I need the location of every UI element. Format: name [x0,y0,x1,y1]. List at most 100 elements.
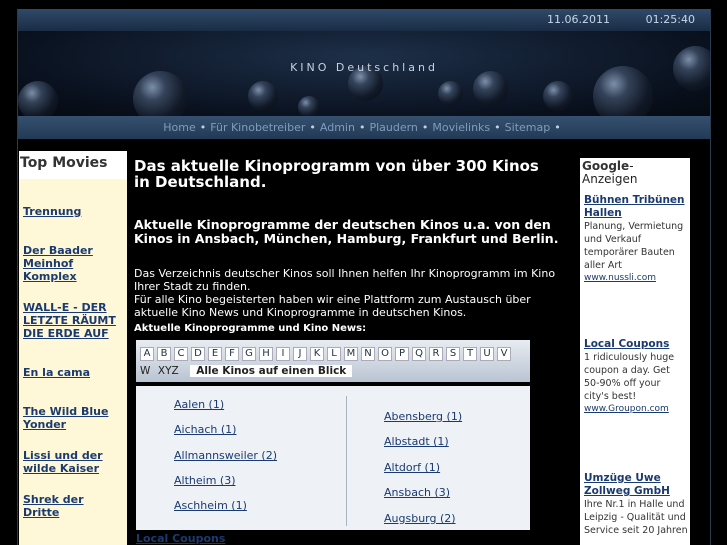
all-cinemas-button[interactable]: Alle Kinos auf einen Blick [190,365,353,377]
letter-v[interactable]: V [497,347,511,361]
letter-s[interactable]: S [446,347,460,361]
ad-title[interactable]: Bühnen Tribünen Hallen [584,194,688,220]
google-ads-sidebar: Google-Anzeigen Bühnen Tribünen Hallen P… [580,158,690,545]
city-link[interactable]: Allmannsweiler (2) [174,449,277,462]
letter-w[interactable]: W [140,365,150,377]
letter-o[interactable]: O [378,347,392,361]
ad-text: Planung, Vermietung und Verkauf temporär… [584,221,684,271]
nav-sitemap[interactable]: Sitemap [505,121,551,134]
bubble-decoration [473,71,508,106]
bubble-decoration [298,96,320,116]
bubble-decoration [133,71,188,116]
intro-paragraph-2: Für alle Kino begeisterten haben wir ein… [134,293,531,319]
city-column-right: Abensberg (1) Albstadt (1) Altdorf (1) A… [348,396,530,526]
main-navigation: Home • Für Kinobetreiber • Admin • Plaudern • Mo… [18,116,710,139]
city-column-left: Aalen (1) Aichach (1) Allmannsweiler (2)… [136,396,347,526]
google-logo: Google [582,159,630,173]
city-link[interactable]: Abensberg (1) [384,410,462,423]
ad-text: Ihre Nr.1 in Halle und Leipzig - Qualitä… [584,499,688,536]
movie-link[interactable]: Der Baader Meinhof Komplex [19,244,127,283]
movie-link[interactable]: En la cama [19,366,127,379]
local-coupons-link[interactable]: Local Coupons [136,532,225,545]
letter-u[interactable]: U [480,347,494,361]
letter-j[interactable]: J [293,347,307,361]
bubble-decoration [18,81,58,116]
city-link[interactable]: Aichach (1) [174,423,236,436]
ad-url[interactable]: www.nussli.com [584,272,688,285]
section-heading: Aktuelle Kinoprogramme und Kino News: [134,323,367,334]
letter-m[interactable]: M [344,347,358,361]
letter-r[interactable]: R [429,347,443,361]
letter-d[interactable]: D [191,347,205,361]
letter-c[interactable]: C [174,347,188,361]
movie-link[interactable]: WALL-E - DER LETZTE RÄUMT DIE ERDE AUF [19,301,127,340]
city-list: Aalen (1) Aichach (1) Allmannsweiler (2)… [136,386,530,530]
movie-link[interactable]: Shrek der Dritte [19,493,127,519]
nav-movielinks[interactable]: Movielinks [432,121,490,134]
intro-paragraph: Das Verzeichnis deutscher Kinos soll Ihn… [134,267,556,293]
letter-p[interactable]: P [395,347,409,361]
letter-i[interactable]: I [276,347,290,361]
letter-k[interactable]: K [310,347,324,361]
header-banner: KINO Deutschland [18,31,710,116]
city-link[interactable]: Augsburg (2) [384,512,456,525]
nav-separator: • [358,121,366,134]
movie-link[interactable]: Trennung [19,205,127,218]
letter-b[interactable]: B [157,347,171,361]
site-title: KINO Deutschland [290,61,438,74]
ad-url[interactable]: www.Groupon.com [584,403,688,416]
nav-kinobetreiber[interactable]: Für Kinobetreiber [210,121,305,134]
nav-plaudern[interactable]: Plaudern [369,121,417,134]
letter-n[interactable]: N [361,347,375,361]
ad-text: 1 ridiculously huge coupon a day. Get 50… [584,352,675,402]
city-link[interactable]: Altdorf (1) [384,461,440,474]
nav-separator: • [494,121,501,134]
city-link[interactable]: Altheim (3) [174,474,235,487]
city-link[interactable]: Aschheim (1) [174,499,247,512]
movie-link[interactable]: The Wild Blue Yonder [19,405,127,431]
bubble-decoration [248,81,278,111]
nav-separator: • [309,121,316,134]
bubble-decoration [438,81,463,106]
city-link[interactable]: Ansbach (3) [384,486,450,499]
main-content: Das aktuelle Kinoprogramm von über 300 K… [134,158,559,545]
top-bar: 11.06.2011 01:25:40 [18,9,710,31]
letter-h[interactable]: H [259,347,273,361]
letter-q[interactable]: Q [412,347,426,361]
letters-row-2: W XYZ Alle Kinos auf einen Blick [140,364,353,377]
letter-t[interactable]: T [463,347,477,361]
letter-f[interactable]: F [225,347,239,361]
bubble-decoration [543,81,573,111]
page-title: Das aktuelle Kinoprogramm von über 300 K… [134,157,539,191]
letter-xyz[interactable]: XYZ [158,365,179,377]
ad-block: Local Coupons 1 ridiculously huge coupon… [584,338,688,416]
time-display: 01:25:40 [645,13,695,26]
nav-separator: • [199,121,207,134]
alphabet-index: ABCDEFGHIJKLMNOPQRSTUV W XYZ Alle Kinos … [136,340,530,382]
letter-e[interactable]: E [208,347,222,361]
nav-separator: • [421,121,429,134]
letter-a[interactable]: A [140,347,154,361]
letter-l[interactable]: L [327,347,341,361]
nav-home[interactable]: Home [163,121,195,134]
page-subtitle: Aktuelle Kinoprogramme der deutschen Kin… [134,217,559,246]
letters-row: ABCDEFGHIJKLMNOPQRSTUV [140,346,514,361]
movie-link[interactable]: Lissi und der wilde Kaiser [19,449,127,475]
ad-block: Bühnen Tribünen Hallen Planung, Vermietu… [584,194,688,285]
ad-title[interactable]: Local Coupons [584,338,688,351]
letter-g[interactable]: G [242,347,256,361]
nav-admin[interactable]: Admin [320,121,355,134]
city-link[interactable]: Aalen (1) [174,398,224,411]
top-movies-heading: Top Movies [19,151,127,179]
ad-title[interactable]: Umzüge Uwe Zollweg GmbH [584,472,688,498]
date-display: 11.06.2011 [547,13,610,26]
nav-separator: • [554,121,561,134]
google-ads-header: Google-Anzeigen [580,158,690,188]
city-link[interactable]: Albstadt (1) [384,435,449,448]
